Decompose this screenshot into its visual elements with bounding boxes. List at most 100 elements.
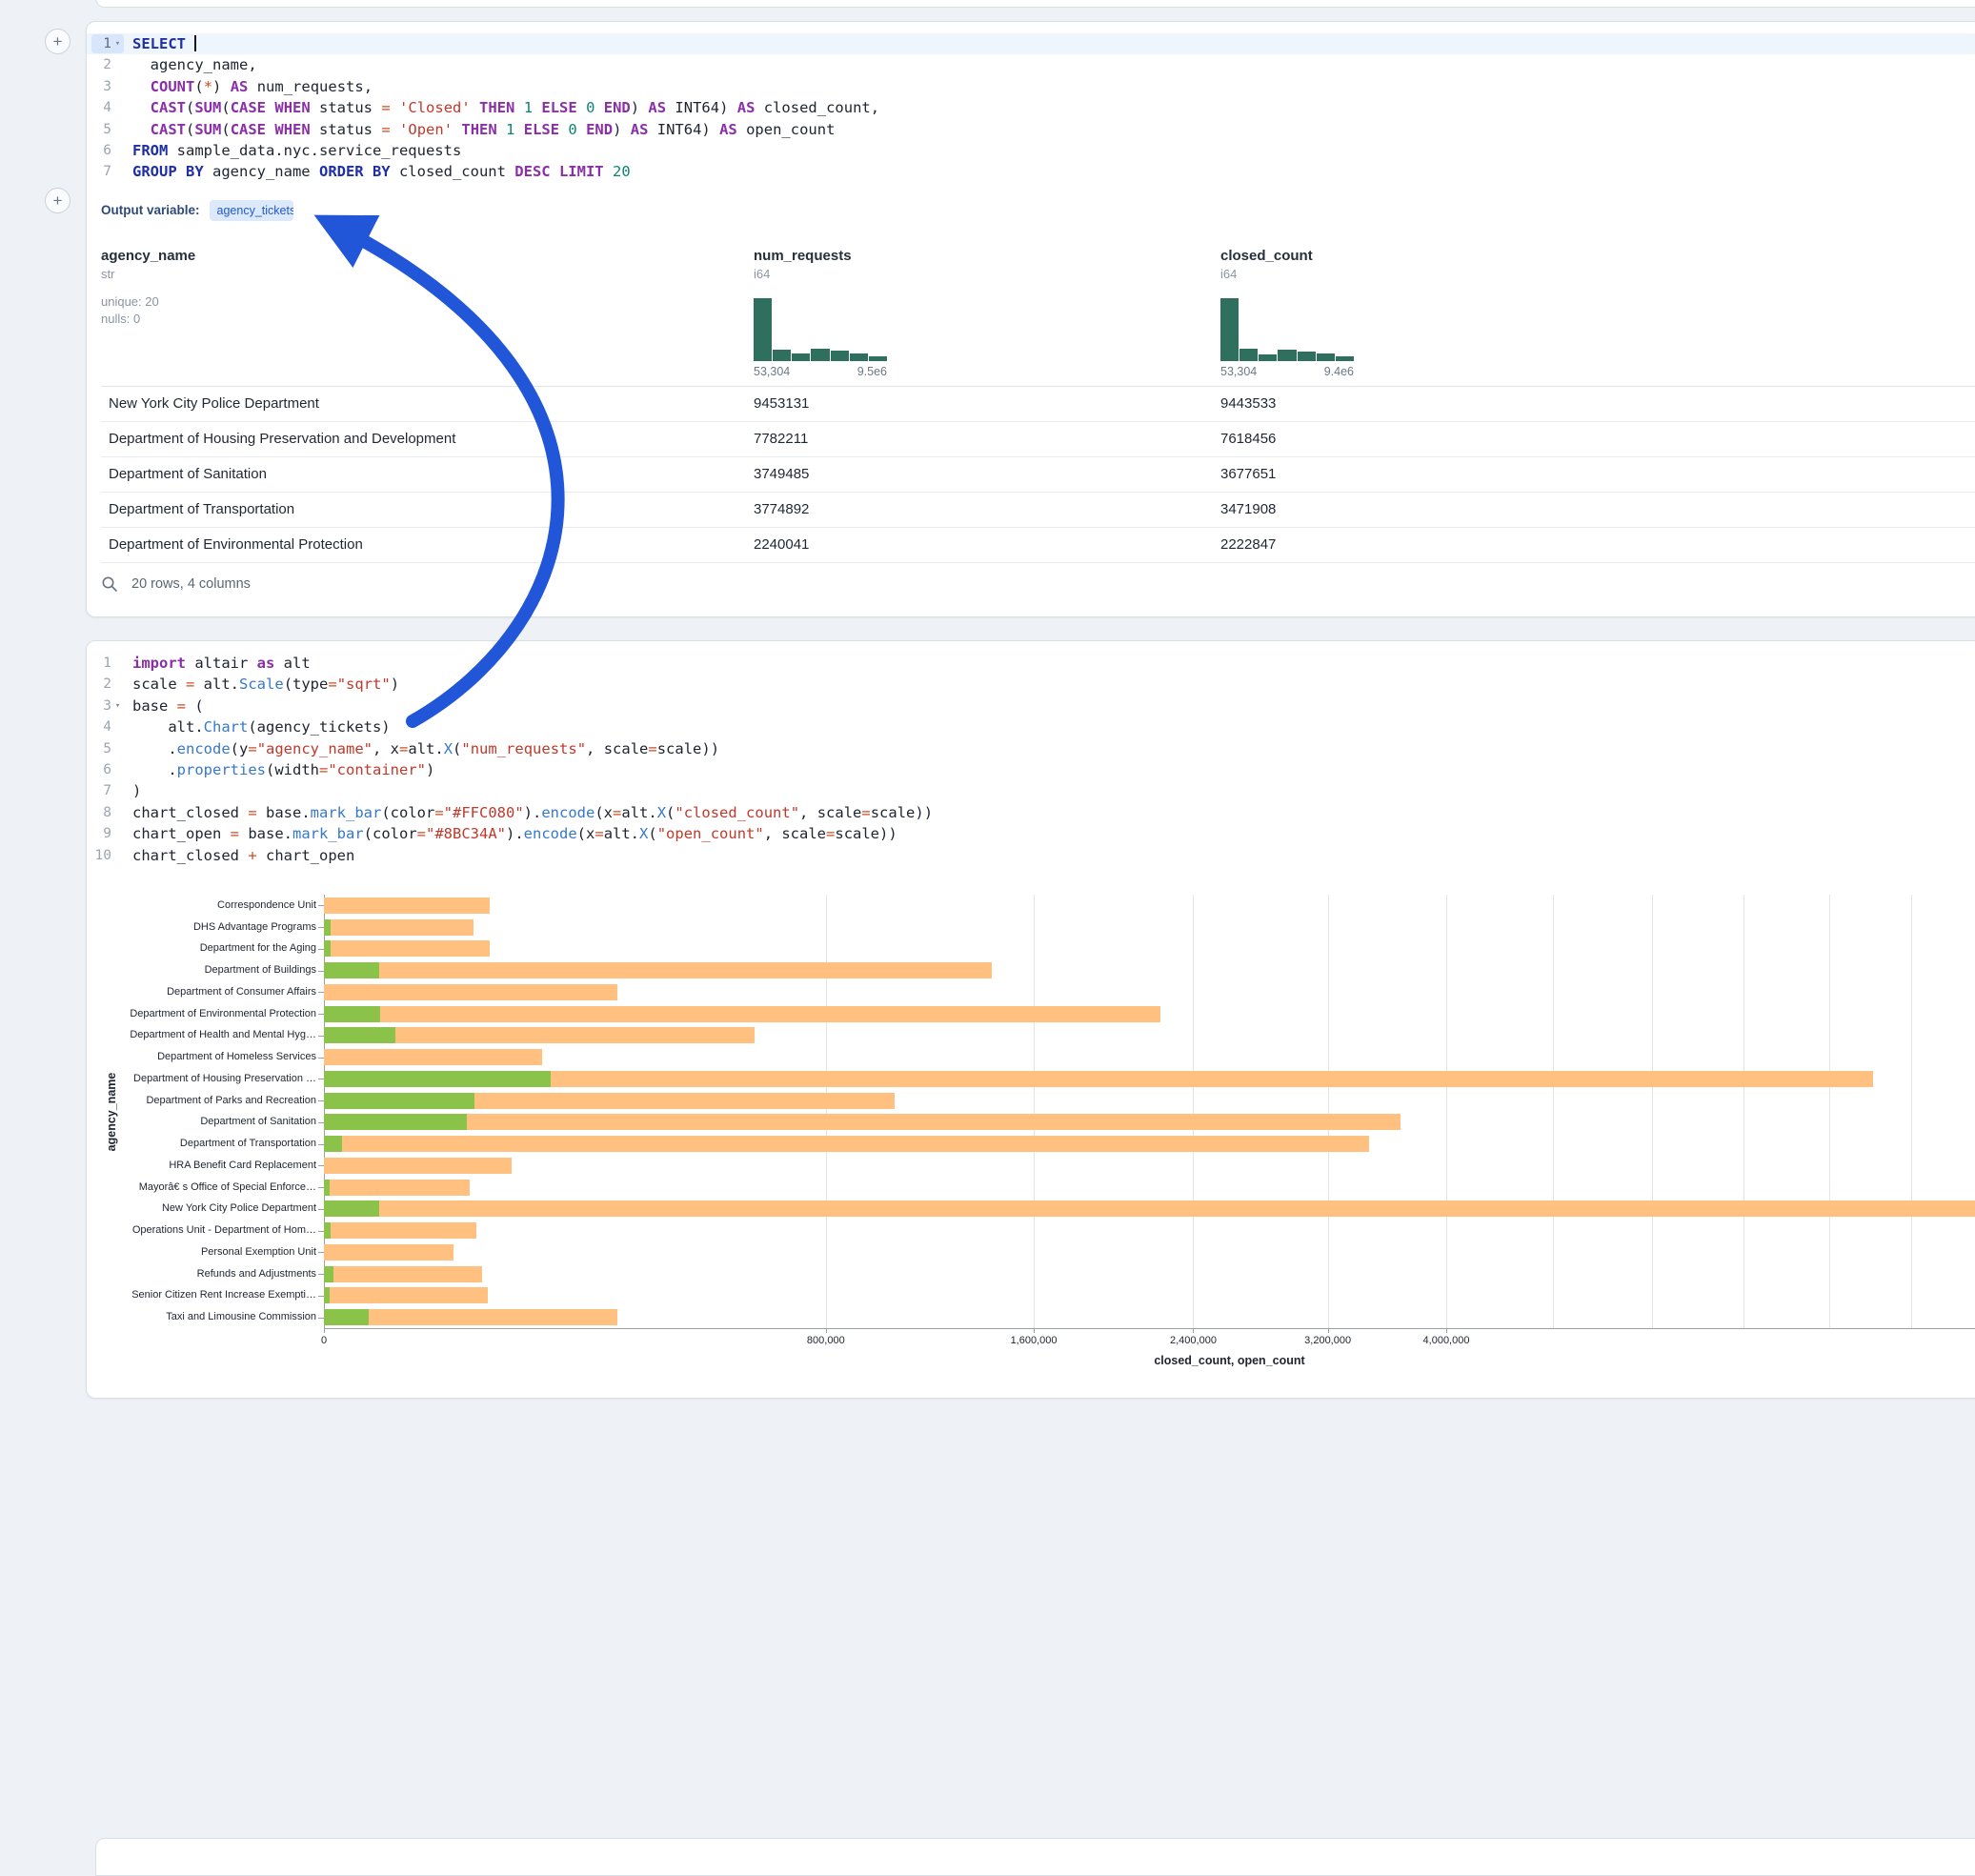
bar-closed-count (324, 1200, 1975, 1217)
code-line: 10chart_closed + chart_open (87, 845, 1975, 866)
x-axis-tick (826, 1328, 827, 1333)
result-table: agency_namestrunique: 20nulls: 0num_requ… (101, 242, 1975, 563)
code-line: 8chart_closed = base.mark_bar(color="#FF… (87, 802, 1975, 823)
histogram-max-label: 9.4e6 (1324, 365, 1354, 378)
x-axis-tick-label: 4,000,000 (1423, 1335, 1470, 1346)
histogram-bar (850, 353, 868, 361)
bar-open-count (324, 1006, 380, 1022)
table-cell: Department of Housing Preservation and D… (101, 431, 754, 447)
bar-closed-count (324, 940, 490, 957)
output-variable-chip[interactable]: agency_tickets (210, 200, 293, 221)
line-number-text: 10 (95, 845, 111, 866)
line-number-text: 3 (103, 696, 111, 716)
y-axis-label: Department of Buildings (87, 964, 316, 977)
code-line: 9chart_open = base.mark_bar(color="#8BC3… (87, 823, 1975, 844)
previous-cell-edge (95, 0, 1975, 8)
table-summary: 20 rows, 4 columns (131, 576, 251, 592)
y-axis-label: Department for the Aging (87, 942, 316, 955)
histogram-bar (1220, 298, 1239, 361)
python-editor[interactable]: 1import altair as alt2scale = alt.Scale(… (87, 641, 1975, 872)
fold-caret-icon[interactable]: ▾ (111, 33, 124, 54)
bar-closed-count (324, 1114, 1401, 1130)
line-number: 2 (91, 676, 124, 695)
histogram-bar (831, 351, 849, 361)
table-row: Department of Housing Preservation and D… (101, 422, 1975, 457)
code-text: import altair as alt (132, 653, 311, 674)
y-axis-label: HRA Benefit Card Replacement (87, 1160, 316, 1172)
code-line: 3 COUNT(*) AS num_requests, (87, 76, 1975, 97)
y-axis-label: Department of Homeless Services (87, 1051, 316, 1063)
table-cell: 3677651 (1220, 466, 1792, 482)
add-cell-button-top[interactable]: + (45, 29, 71, 54)
bar-closed-count (324, 962, 992, 978)
table-row: Department of Environmental Protection22… (101, 528, 1975, 563)
bar-closed-count (324, 1006, 1160, 1022)
column-meta-line: nulls: 0 (101, 311, 754, 328)
column-type: i64 (754, 267, 1220, 281)
x-axis-tick-label: 2,400,000 (1170, 1335, 1217, 1346)
histogram-bar (1239, 349, 1258, 361)
bar-open-count (324, 1093, 474, 1109)
line-number: 8 (91, 803, 124, 822)
column-histogram (1220, 298, 1354, 361)
bar-open-count (324, 1266, 333, 1282)
table-cell: 3749485 (754, 466, 1220, 482)
table-cell: 2240041 (754, 536, 1220, 553)
table-cell: Department of Environmental Protection (101, 536, 754, 553)
output-variable-row: Output variable: agency_tickets (101, 198, 1975, 223)
y-axis-title: agency_name (105, 1072, 118, 1151)
code-line: 1import altair as alt (87, 653, 1975, 674)
code-line: 2 agency_name, (87, 54, 1975, 75)
fold-caret-icon[interactable]: ▾ (111, 696, 124, 716)
line-number-text: 5 (103, 119, 111, 140)
bar-chart: Correspondence UnitDHS Advantage Program… (87, 870, 1975, 1399)
line-number-text: 5 (103, 738, 111, 759)
y-axis-label: Operations Unit - Department of Hom… (87, 1224, 316, 1237)
column-header: agency_namestrunique: 20nulls: 0 (101, 242, 754, 386)
line-number: 5 (91, 739, 124, 758)
histogram-bar (754, 298, 772, 361)
y-axis-label: Department of Housing Preservation … (87, 1073, 316, 1085)
code-text: FROM sample_data.nyc.service_requests (132, 140, 461, 161)
bar-closed-count (324, 1266, 482, 1282)
histogram-bar (1259, 354, 1277, 361)
table-row: Department of Sanitation37494853677651 (101, 457, 1975, 493)
code-text: .properties(width="container") (132, 759, 434, 780)
add-cell-button-middle[interactable]: + (45, 188, 71, 213)
gridline (1328, 895, 1329, 1328)
table-cell: 9443533 (1220, 395, 1792, 412)
search-icon[interactable] (101, 575, 118, 593)
code-line: 6 .properties(width="container") (87, 759, 1975, 780)
y-axis-label: Mayorâ€ s Office of Special Enforce… (87, 1181, 316, 1194)
line-number: 2 (91, 56, 124, 75)
bar-open-count (324, 1287, 330, 1303)
bar-open-count (324, 1071, 551, 1087)
column-name: closed_count (1220, 248, 1792, 264)
table-cell: 7618456 (1220, 431, 1792, 447)
line-number: 9 (91, 824, 124, 843)
column-name: num_requests (754, 248, 1220, 264)
bar-closed-count (324, 919, 474, 936)
next-cell-edge (95, 1838, 1975, 1876)
bar-open-count (324, 1309, 369, 1325)
table-row: New York City Police Department945313194… (101, 387, 1975, 422)
code-text: GROUP BY agency_name ORDER BY closed_cou… (132, 161, 631, 182)
line-number: 3 (91, 77, 124, 96)
line-number-text: 8 (103, 802, 111, 823)
histogram-min-label: 53,304 (1220, 365, 1257, 378)
y-axis-label: Personal Exemption Unit (87, 1246, 316, 1259)
histogram-bar (1317, 353, 1335, 361)
table-row: Department of Transportation377489234719… (101, 493, 1975, 528)
line-number: 5 (91, 120, 124, 139)
code-text: base = ( (132, 696, 204, 716)
x-axis-tick (1446, 1328, 1447, 1333)
bar-closed-count (324, 1071, 1873, 1087)
gridline (1911, 895, 1912, 1328)
code-text: CAST(SUM(CASE WHEN status = 'Closed' THE… (132, 97, 879, 118)
bar-open-count (324, 1027, 395, 1043)
line-number: 7 (91, 163, 124, 182)
text-cursor (194, 35, 196, 51)
sql-editor[interactable]: 1▾SELECT 2 agency_name,3 COUNT(*) AS num… (87, 22, 1975, 189)
line-number: 4 (91, 717, 124, 736)
python-cell: 1import altair as alt2scale = alt.Scale(… (86, 640, 1975, 1399)
